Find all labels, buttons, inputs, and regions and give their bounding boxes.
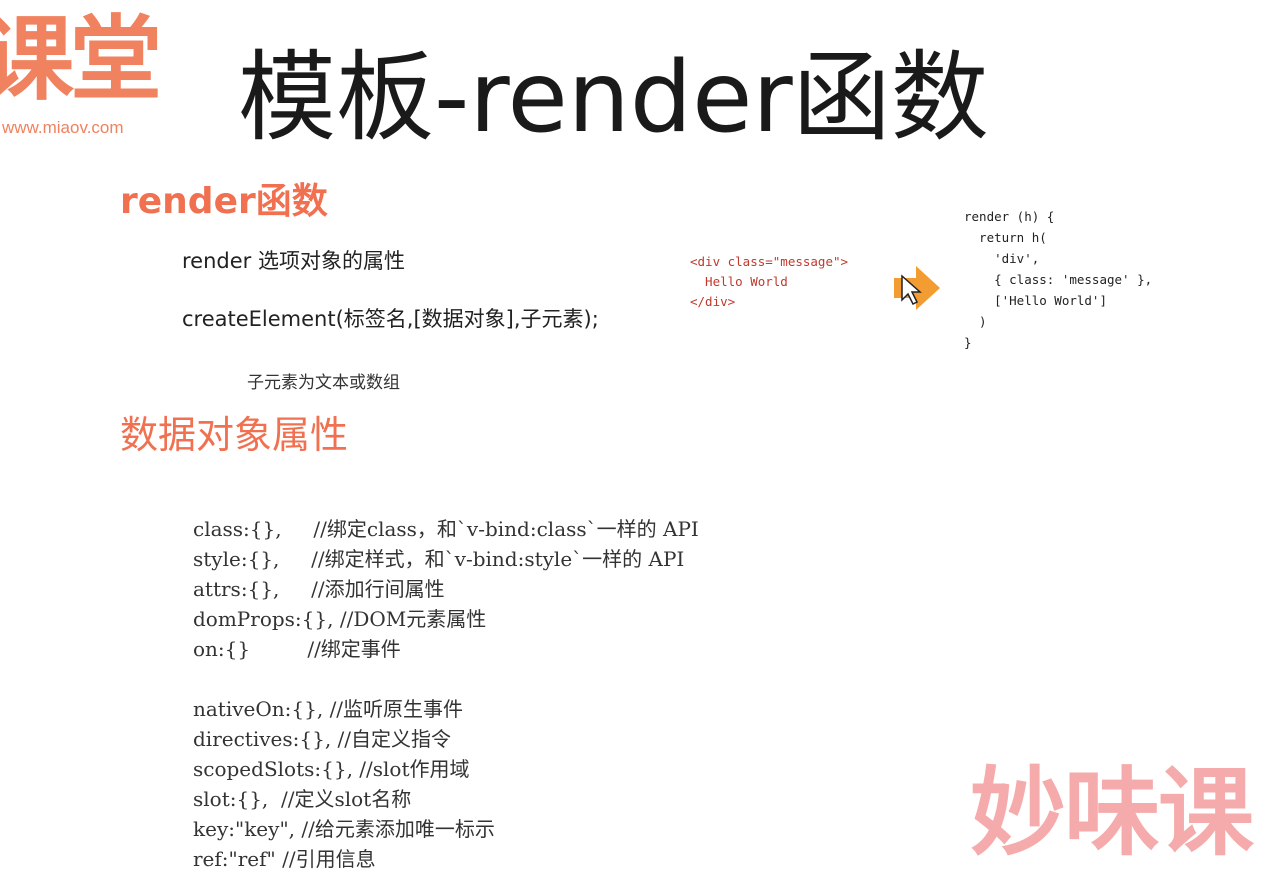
prop-key: style:{}, <box>193 547 312 571</box>
prop-row-slot: slot:{}, //定义slot名称 <box>193 784 699 814</box>
prop-row-ref: ref:"ref" //引用信息 <box>193 844 699 874</box>
prop-key: attrs:{}, <box>193 577 312 601</box>
prop-key: domProps:{}, <box>193 607 340 631</box>
prop-row-class: class:{}, //绑定class，和`v-bind:class`一样的 A… <box>193 514 699 544</box>
prop-row-scopedslots: scopedSlots:{}, //slot作用域 <box>193 754 699 784</box>
prop-comment: //DOM元素属性 <box>339 607 487 631</box>
prop-row-domprops: domProps:{}, //DOM元素属性 <box>193 604 699 634</box>
prop-row-nativeon: nativeOn:{}, //监听原生事件 <box>193 694 699 724</box>
prop-comment: //给元素添加唯一标示 <box>301 817 495 841</box>
brand-logo: 课堂 www.miaov.com <box>0 10 162 140</box>
prop-comment: //绑定样式，和`v-bind:style`一样的 API <box>311 547 685 571</box>
page-title: 模板-render函数 <box>238 41 989 155</box>
prop-comment: //自定义指令 <box>337 727 452 751</box>
prop-key: slot:{}, <box>193 787 281 811</box>
prop-row-key: key:"key", //给元素添加唯一标示 <box>193 814 699 844</box>
section-heading-data-object: 数据对象属性 <box>120 413 349 457</box>
prop-key: key:"key", <box>193 817 302 841</box>
prop-row-on: on:{} //绑定事件 <box>193 634 699 664</box>
divider <box>193 664 699 694</box>
prop-key: class:{}, <box>193 517 314 541</box>
logo-brand-text: 课堂 <box>0 6 162 113</box>
render-description: render 选项对象的属性 <box>182 249 405 273</box>
section-heading-render: render函数 <box>120 181 328 222</box>
html-code-sample: <div class="message"> Hello World </div> <box>690 254 849 309</box>
prop-comment: //添加行间属性 <box>311 577 445 601</box>
prop-comment: //定义slot名称 <box>281 787 412 811</box>
prop-key: on:{} <box>193 637 308 661</box>
arrow-right-icon <box>892 262 944 314</box>
prop-comment: //监听原生事件 <box>329 697 464 721</box>
prop-comment: //引用信息 <box>282 847 376 871</box>
create-element-signature: createElement(标签名,[数据对象],子元素); <box>182 307 599 331</box>
prop-key: nativeOn:{}, <box>193 697 330 721</box>
prop-row-directives: directives:{}, //自定义指令 <box>193 724 699 754</box>
prop-comment: //slot作用域 <box>359 757 470 781</box>
logo-url: www.miaov.com <box>2 118 124 137</box>
prop-key: scopedSlots:{}, <box>193 757 360 781</box>
watermark-logo: 妙味课 <box>970 757 1254 869</box>
prop-key: ref:"ref" <box>193 847 283 871</box>
data-object-props-list: class:{}, //绑定class，和`v-bind:class`一样的 A… <box>193 514 699 874</box>
prop-comment: //绑定事件 <box>307 637 401 661</box>
render-code-sample: render (h) { return h( 'div', { class: '… <box>964 209 1153 350</box>
prop-row-style: style:{}, //绑定样式，和`v-bind:style`一样的 API <box>193 544 699 574</box>
prop-row-attrs: attrs:{}, //添加行间属性 <box>193 574 699 604</box>
prop-key: directives:{}, <box>193 727 338 751</box>
children-note: 子元素为文本或数组 <box>247 373 400 393</box>
prop-comment: //绑定class，和`v-bind:class`一样的 API <box>313 517 699 541</box>
